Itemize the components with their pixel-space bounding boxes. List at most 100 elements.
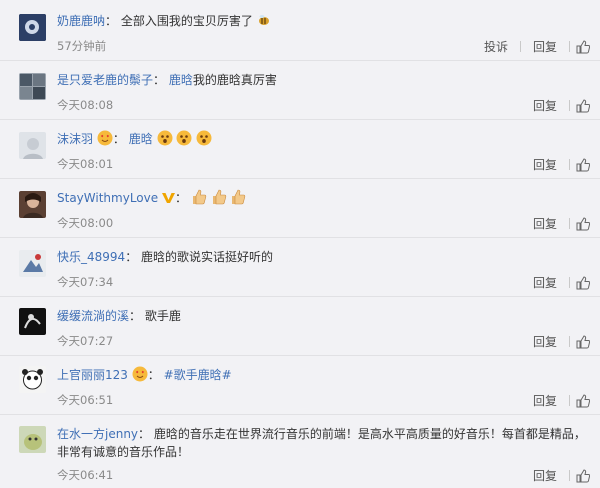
thumb-up-icon[interactable] — [576, 334, 591, 349]
comment-text: 我的鹿晗真厉害 — [192, 73, 277, 87]
comment-text: 鹿晗的歌说实话挺好听的 — [141, 250, 274, 264]
bee-emoji — [257, 13, 271, 27]
comment-item: 奶鹿鹿呐： 全部入围我的宝贝厉害了 57分钟前 投诉 回复 — [0, 0, 600, 61]
comment-text: 全部入围我的宝贝厉害了 — [120, 14, 253, 28]
comment-item: 快乐_48994： 鹿晗的歌说实话挺好听的 今天07:34 回复 — [0, 238, 600, 297]
comment-body: 是只爱老鹿的鬃子： 鹿晗我的鹿晗真厉害 — [57, 73, 277, 87]
avatar[interactable] — [19, 308, 46, 335]
thumb-up-icon[interactable] — [576, 468, 591, 483]
avatar-image — [19, 132, 46, 159]
thumb-up-icon[interactable] — [576, 157, 591, 172]
comment-time: 今天06:41 — [57, 468, 114, 482]
avatar-image — [19, 308, 46, 335]
comment-item: 是只爱老鹿的鬃子： 鹿晗我的鹿晗真厉害 今天08:08 回复 — [0, 61, 600, 120]
avatar[interactable] — [19, 191, 46, 218]
reply-button[interactable]: 回复 — [527, 38, 563, 55]
surprised-face-emoji — [196, 130, 212, 146]
divider — [569, 470, 570, 481]
hashtag-link[interactable]: #歌手鹿晗# — [164, 368, 232, 382]
avatar[interactable] — [19, 132, 46, 159]
divider — [569, 218, 570, 229]
comment-actions: 回复 — [527, 333, 591, 350]
comment-username[interactable]: 快乐_48994 — [57, 250, 125, 264]
comment-actions: 回复 — [527, 392, 591, 409]
reply-button[interactable]: 回复 — [527, 156, 563, 173]
comment-body: 快乐_48994： 鹿晗的歌说实话挺好听的 — [57, 250, 274, 264]
heart-eyes-emoji — [97, 130, 113, 146]
comment-body: 奶鹿鹿呐： 全部入围我的宝贝厉害了 — [57, 12, 590, 30]
reply-button[interactable]: 回复 — [527, 215, 563, 232]
comment-time: 57分钟前 — [57, 39, 107, 53]
comment-username[interactable]: StayWithmyLove — [57, 191, 158, 205]
reply-button[interactable]: 回复 — [527, 333, 563, 350]
divider — [569, 100, 570, 111]
divider — [569, 159, 570, 170]
surprised-face-emoji — [157, 130, 173, 146]
divider — [569, 336, 570, 347]
divider — [569, 277, 570, 288]
comment-username[interactable]: 缓缓流淌的溪 — [57, 309, 129, 323]
comment-time: 今天07:34 — [57, 275, 114, 289]
heart-eyes-emoji — [132, 366, 148, 382]
mention-link[interactable]: 鹿晗 — [169, 73, 193, 87]
divider — [519, 41, 521, 52]
thumbs-up-emoji — [230, 189, 246, 205]
comment-body: 缓缓流淌的溪： 歌手鹿 — [57, 309, 181, 323]
mention-link[interactable]: 鹿晗 — [129, 132, 153, 146]
comment-actions: 回复 — [527, 215, 591, 232]
comment-text: 歌手鹿 — [144, 309, 181, 323]
divider — [569, 41, 570, 52]
report-button[interactable]: 投诉 — [478, 38, 514, 55]
comment-time: 今天07:27 — [57, 334, 114, 348]
comment-actions: 回复 — [527, 274, 591, 291]
reply-button[interactable]: 回复 — [527, 274, 563, 291]
thumb-up-icon[interactable] — [576, 216, 591, 231]
avatar-image — [19, 73, 46, 100]
thumbs-up-emoji — [211, 189, 227, 205]
comment-time: 今天08:01 — [57, 157, 114, 171]
avatar-image — [19, 14, 46, 41]
comment-item: 沫沫羽 ： 鹿晗 今天08:01 回复 — [0, 120, 600, 179]
avatar[interactable] — [19, 366, 46, 393]
avatar-image — [19, 191, 46, 218]
comment-time: 今天08:08 — [57, 98, 114, 112]
comment-item: 在水一方jenny： 鹿晗的音乐走在世界流行音乐的前端！是高水平高质量的好音乐！… — [0, 415, 600, 488]
comment-item: StayWithmyLove ： 今天08:00 回复 — [0, 179, 600, 238]
avatar[interactable] — [19, 73, 46, 100]
comment-username[interactable]: 是只爱老鹿的鬃子 — [57, 73, 153, 87]
thumb-up-icon[interactable] — [576, 98, 591, 113]
avatar-image — [19, 250, 46, 277]
v-badge-icon — [161, 191, 175, 209]
comment-actions: 投诉 回复 — [478, 38, 591, 55]
comment-body: StayWithmyLove ： — [57, 189, 590, 209]
reply-button[interactable]: 回复 — [527, 467, 563, 484]
comment-time: 今天06:51 — [57, 393, 114, 407]
comment-body: 在水一方jenny： 鹿晗的音乐走在世界流行音乐的前端！是高水平高质量的好音乐！… — [57, 427, 586, 459]
comment-body: 上官丽丽123 ： #歌手鹿晗# — [57, 366, 232, 382]
comment-actions: 回复 — [527, 156, 591, 173]
thumb-up-icon[interactable] — [576, 393, 591, 408]
comment-actions: 回复 — [527, 467, 591, 484]
avatar-image — [19, 426, 46, 453]
comment-item: 上官丽丽123 ： #歌手鹿晗# 今天06:51 回复 — [0, 356, 600, 415]
divider — [569, 395, 570, 406]
comment-list: 奶鹿鹿呐： 全部入围我的宝贝厉害了 57分钟前 投诉 回复 是只爱老鹿的鬃子： … — [0, 0, 600, 488]
avatar[interactable] — [19, 14, 46, 41]
comment-body: 沫沫羽 ： 鹿晗 — [57, 130, 590, 148]
comment-username[interactable]: 沫沫羽 — [57, 132, 93, 146]
comment-username[interactable]: 上官丽丽123 — [57, 368, 128, 382]
thumbs-up-emoji — [191, 189, 207, 205]
reply-button[interactable]: 回复 — [527, 392, 563, 409]
thumb-up-icon[interactable] — [576, 39, 591, 54]
avatar-image — [19, 366, 46, 393]
comment-username[interactable]: 在水一方jenny — [57, 427, 138, 441]
avatar[interactable] — [19, 250, 46, 277]
surprised-face-emoji — [176, 130, 192, 146]
comment-username[interactable]: 奶鹿鹿呐 — [57, 14, 105, 28]
thumb-up-icon[interactable] — [576, 275, 591, 290]
comment-item: 缓缓流淌的溪： 歌手鹿 今天07:27 回复 — [0, 297, 600, 356]
avatar[interactable] — [19, 426, 46, 453]
comment-actions: 回复 — [527, 97, 591, 114]
comment-time: 今天08:00 — [57, 216, 114, 230]
reply-button[interactable]: 回复 — [527, 97, 563, 114]
